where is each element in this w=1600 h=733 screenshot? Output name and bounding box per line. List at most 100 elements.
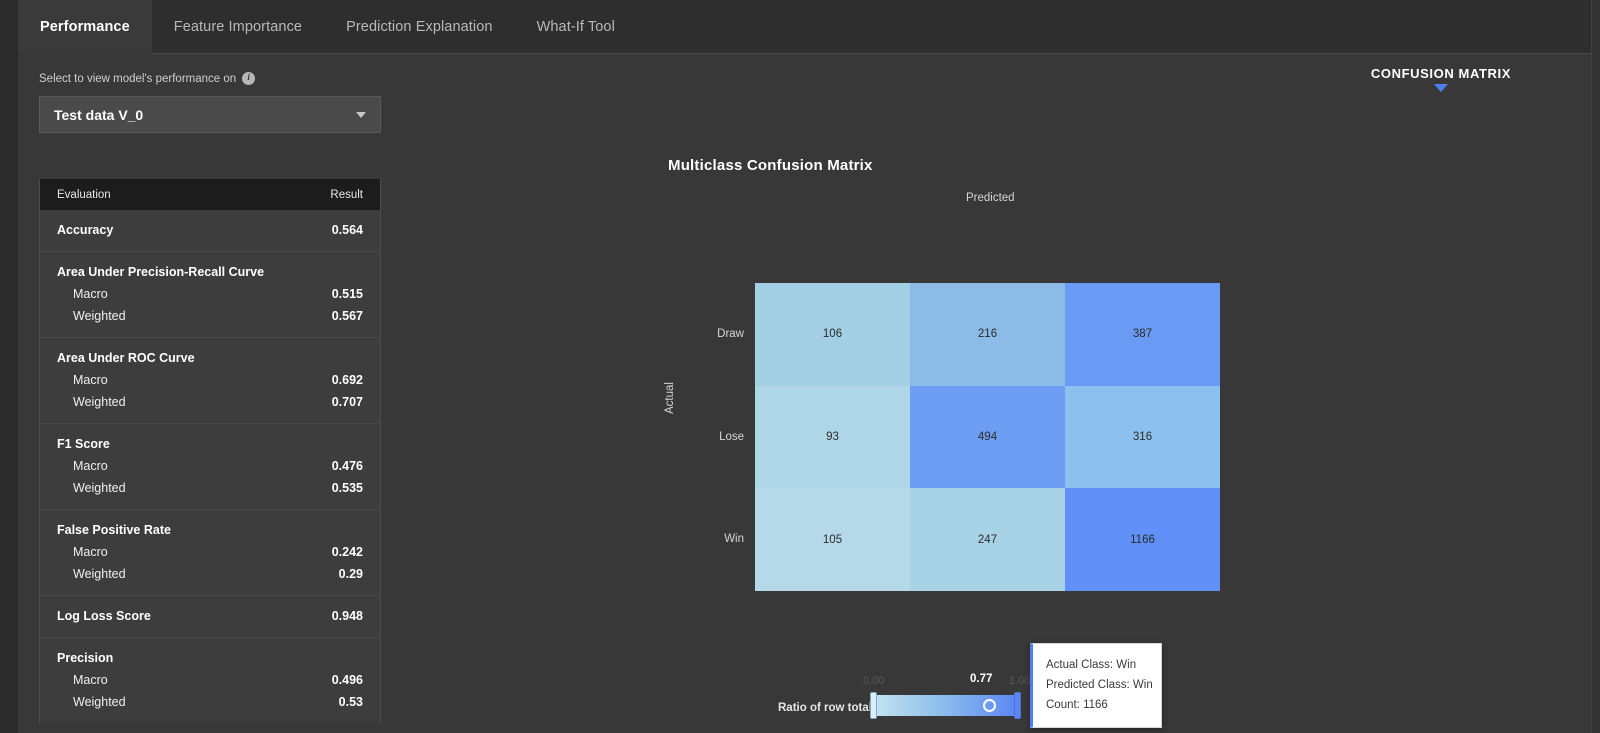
table-row: Weighted 0.53 (40, 691, 380, 713)
matrix-cell[interactable]: 216 (910, 283, 1065, 386)
table-row: Macro 0.242 (40, 541, 380, 563)
metric-sub-name: Weighted (73, 695, 126, 709)
metric-sub-name: Weighted (73, 567, 126, 581)
table-row: Area Under Precision-Recall Curve (40, 261, 380, 283)
tab-performance[interactable]: Performance (18, 0, 152, 54)
metric-value: 0.564 (331, 223, 363, 237)
metric-sub-name: Weighted (73, 309, 126, 323)
metric-sub-name: Macro (73, 373, 108, 387)
matrix-cell[interactable]: 247 (910, 488, 1065, 591)
metric-group: False Positive Rate Macro 0.242 Weighted 0.2… (40, 510, 380, 596)
metric-name: Log Loss Score (57, 609, 151, 623)
metric-sub-name: Macro (73, 459, 108, 473)
colorbar-handle-min[interactable] (870, 692, 877, 719)
selector-label: Select to view model's performance on (39, 72, 237, 85)
metric-value: 0.948 (331, 609, 363, 623)
y-tick-draw: Draw (717, 328, 744, 340)
y-axis-tick-labels: Draw Lose Win (678, 283, 750, 591)
metric-sub-value: 0.476 (331, 459, 363, 473)
tooltip-count: Count: 1166 (1046, 699, 1108, 711)
metric-group: Area Under ROC Curve Macro 0.692 Weighted 0.… (40, 338, 380, 424)
matrix-cell[interactable]: 1166 (1065, 488, 1220, 591)
metric-group: Area Under Precision-Recall Curve Macro 0.… (40, 252, 380, 338)
table-row: Macro 0.692 (40, 369, 380, 391)
table-row: Macro 0.515 (40, 283, 380, 305)
metric-name: Precision (57, 651, 114, 665)
metric-sub-value: 0.515 (331, 287, 363, 301)
metric-sub-name: Macro (73, 545, 108, 559)
tab-feature-importance[interactable]: Feature Importance (152, 0, 324, 54)
metric-sub-name: Weighted (73, 481, 126, 495)
app-root: Performance Feature Importance Prediction … (0, 0, 1600, 733)
tooltip-predicted-class: Predicted Class: Win (1046, 679, 1153, 691)
table-row: False Positive Rate (40, 519, 380, 541)
matrix-cell[interactable]: 105 (755, 488, 910, 591)
y-tick-lose: Lose (719, 430, 744, 443)
cell-tooltip: Actual Class: Win Predicted Class: Win C… (1030, 643, 1162, 728)
table-row: Weighted 0.535 (40, 477, 380, 499)
metric-group: Precision Macro 0.496 Weighted 0.53 (40, 638, 380, 723)
left-rail (0, 0, 18, 733)
table-row: Area Under ROC Curve (40, 347, 380, 369)
dataset-select[interactable]: Test data V_0 (39, 96, 381, 133)
metric-sub-value: 0.496 (331, 673, 363, 687)
metric-sub-value: 0.707 (331, 395, 363, 409)
tab-prediction-explanation[interactable]: Prediction Explanation (324, 0, 515, 54)
metric-sub-value: 0.535 (331, 481, 363, 495)
column-header-result: Result (330, 188, 363, 201)
x-axis-label: Predicted (966, 192, 1015, 204)
metric-sub-value: 0.567 (331, 309, 363, 323)
metric-name: Area Under ROC Curve (57, 351, 195, 365)
metric-group: F1 Score Macro 0.476 Weighted 0.535 (40, 424, 380, 510)
confusion-matrix-heatmap: 106 216 387 93 494 316 105 247 1166 (755, 283, 1220, 591)
column-header-evaluation: Evaluation (57, 188, 111, 201)
y-axis-label: Actual (664, 382, 676, 414)
table-row: F1 Score (40, 433, 380, 455)
metrics-table: Evaluation Result Accuracy 0.564 Area Unde… (39, 179, 381, 723)
colorbar-handle-max[interactable] (1014, 692, 1021, 719)
tab-bar: Performance Feature Importance Prediction … (18, 0, 1591, 54)
confusion-matrix-panel-label[interactable]: CONFUSION MATRIX (1371, 66, 1511, 92)
matrix-cell[interactable]: 494 (910, 385, 1065, 489)
metric-name: Area Under Precision-Recall Curve (57, 265, 265, 279)
colorbar-track[interactable] (872, 695, 1018, 716)
tab-what-if-tool[interactable]: What-If Tool (515, 0, 637, 54)
metric-sub-value: 0.29 (338, 567, 363, 581)
metric-sub-value: 0.53 (338, 695, 363, 709)
metric-group: Accuracy 0.564 (40, 210, 380, 252)
table-row: Precision (40, 647, 380, 669)
metric-name: Accuracy (57, 223, 114, 237)
page-scrollbar[interactable] (1591, 0, 1600, 733)
metric-name: False Positive Rate (57, 523, 171, 537)
chart-title: Multiclass Confusion Matrix (668, 157, 873, 174)
colorbar-tick-min: 0.00 (863, 675, 885, 687)
metric-sub-value: 0.242 (331, 545, 363, 559)
metric-sub-name: Macro (73, 287, 108, 301)
chevron-down-icon (356, 111, 366, 118)
matrix-cell[interactable]: 387 (1065, 283, 1220, 386)
table-row: Weighted 0.707 (40, 391, 380, 413)
table-row: Weighted 0.567 (40, 305, 380, 327)
colorbar-knob[interactable] (983, 699, 996, 712)
table-row: Macro 0.496 (40, 669, 380, 691)
colorbar-label: Ratio of row total (778, 702, 872, 714)
metric-sub-name: Macro (73, 673, 108, 687)
matrix-cell[interactable]: 316 (1065, 385, 1220, 489)
table-row: Macro 0.476 (40, 455, 380, 477)
metrics-table-header: Evaluation Result (40, 179, 380, 210)
metric-group: Log Loss Score 0.948 (40, 596, 380, 638)
tooltip-actual-class: Actual Class: Win (1046, 659, 1137, 671)
metric-name: F1 Score (57, 437, 110, 451)
metric-sub-value: 0.692 (331, 373, 363, 387)
table-row: Log Loss Score 0.948 (40, 605, 380, 627)
colorbar-tick-current: 0.77 (970, 673, 993, 685)
tab-list: Performance Feature Importance Prediction … (18, 0, 1591, 54)
info-icon[interactable]: i (242, 72, 256, 85)
colorbar-tick-max: 1.00 (1009, 675, 1031, 687)
metric-sub-name: Weighted (73, 395, 126, 409)
matrix-cell[interactable]: 93 (755, 385, 910, 489)
content-area: CONFUSION MATRIX Select to view model's … (18, 54, 1591, 733)
matrix-cell[interactable]: 106 (755, 283, 910, 386)
table-row: Weighted 0.29 (40, 563, 380, 585)
y-tick-win: Win (724, 533, 744, 546)
